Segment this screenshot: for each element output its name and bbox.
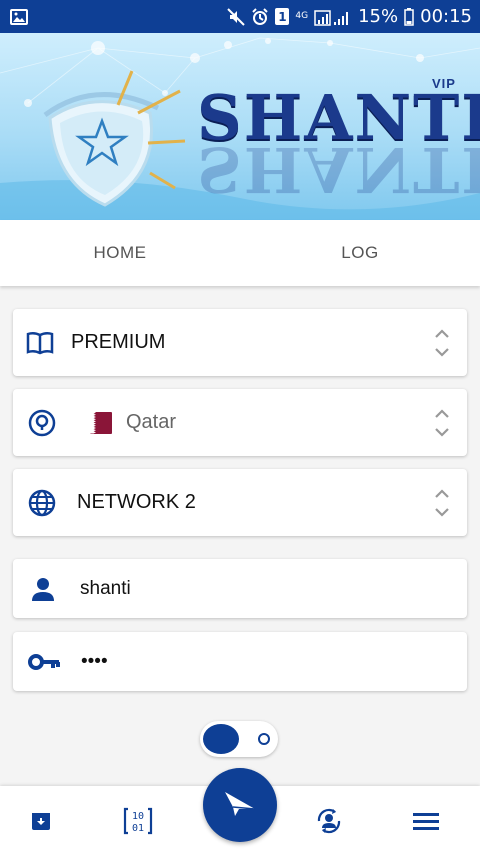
svg-text:10: 10 — [132, 811, 144, 822]
network-select[interactable]: NETWORK 2 — [13, 469, 467, 536]
send-icon — [223, 789, 257, 822]
toggle-knob — [203, 724, 239, 754]
globe-icon — [27, 488, 57, 518]
tab-log[interactable]: LOG — [240, 220, 480, 286]
server-type-select[interactable]: PREMIUM — [13, 309, 467, 376]
mute-icon — [227, 7, 246, 26]
password-field[interactable]: •••• — [13, 632, 467, 691]
send-button[interactable] — [203, 768, 277, 842]
sim-icon: 1 — [275, 8, 290, 25]
toggle-off-indicator — [258, 733, 270, 745]
qatar-flag — [90, 411, 112, 434]
signal-icon — [314, 8, 352, 26]
account-sync-icon[interactable] — [314, 806, 344, 836]
battery-icon — [404, 7, 414, 26]
chevron-updown-icon — [434, 408, 450, 437]
alarm-icon — [251, 7, 269, 26]
battery-percent: 15% — [358, 6, 399, 27]
key-icon — [27, 647, 61, 677]
svg-text:01: 01 — [132, 823, 144, 834]
server-type-value: PREMIUM — [71, 331, 166, 353]
password-value: •••• — [81, 650, 108, 672]
country-value: Qatar — [126, 411, 177, 433]
menu-icon[interactable] — [411, 806, 441, 836]
archive-icon[interactable] — [26, 806, 56, 836]
country-select[interactable]: Qatar — [13, 389, 467, 456]
username-value: shanti — [80, 577, 131, 599]
tab-home[interactable]: HOME — [0, 220, 240, 286]
book-icon — [25, 328, 55, 358]
binary-icon[interactable]: 10 01 — [121, 806, 155, 836]
network-value: NETWORK 2 — [77, 491, 196, 513]
brand-logo-reflection: SHANTI — [197, 146, 480, 206]
image-icon — [10, 8, 28, 25]
header-banner: VIP SHANTI SHANTI — [0, 33, 480, 220]
connect-toggle[interactable] — [200, 721, 278, 757]
person-icon — [28, 574, 58, 604]
network-type-label: 4G — [295, 11, 309, 21]
username-field[interactable]: shanti — [13, 559, 467, 618]
status-bar: 1 4G 15% 00:15 — [0, 0, 480, 33]
chevron-updown-icon — [434, 328, 450, 357]
chevron-updown-icon — [434, 488, 450, 517]
location-pin-icon — [27, 408, 57, 438]
brand-logo: SHANTI — [197, 81, 480, 154]
clock: 00:15 — [420, 6, 472, 27]
tab-bar: HOME LOG — [0, 220, 480, 286]
